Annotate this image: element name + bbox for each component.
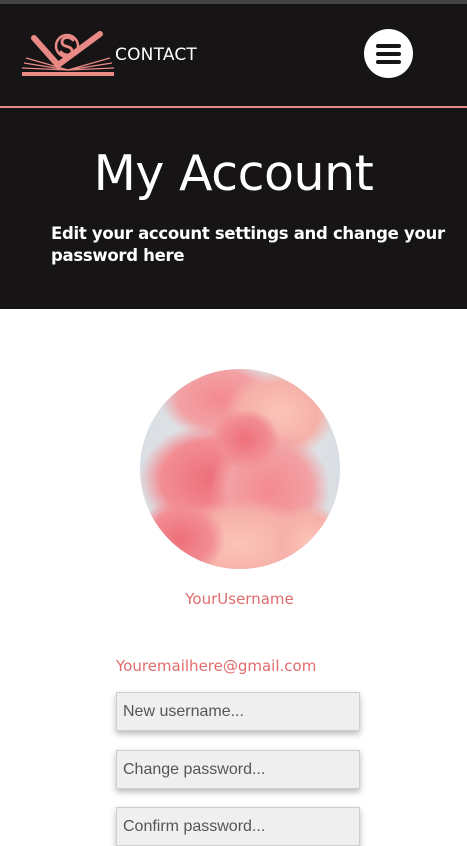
confirm-password-field[interactable] [116,807,360,846]
avatar[interactable] [140,369,340,569]
page-subtitle: Edit your account settings and change yo… [51,224,445,265]
change-password-field[interactable] [116,750,360,789]
navbar: CONTACT [0,4,467,108]
hero-banner: My Account Edit your account settings an… [0,108,467,309]
page-title: My Account [93,145,374,202]
pink-ink-cloud-avatar [140,369,340,569]
site-logo-icon[interactable] [20,28,116,78]
menu-button[interactable] [364,29,413,78]
nav-link-contact[interactable]: CONTACT [115,45,197,65]
new-username-field[interactable] [116,692,360,731]
profile-username: YourUsername [185,590,294,608]
profile-email: Youremailhere@gmail.com [116,657,317,675]
